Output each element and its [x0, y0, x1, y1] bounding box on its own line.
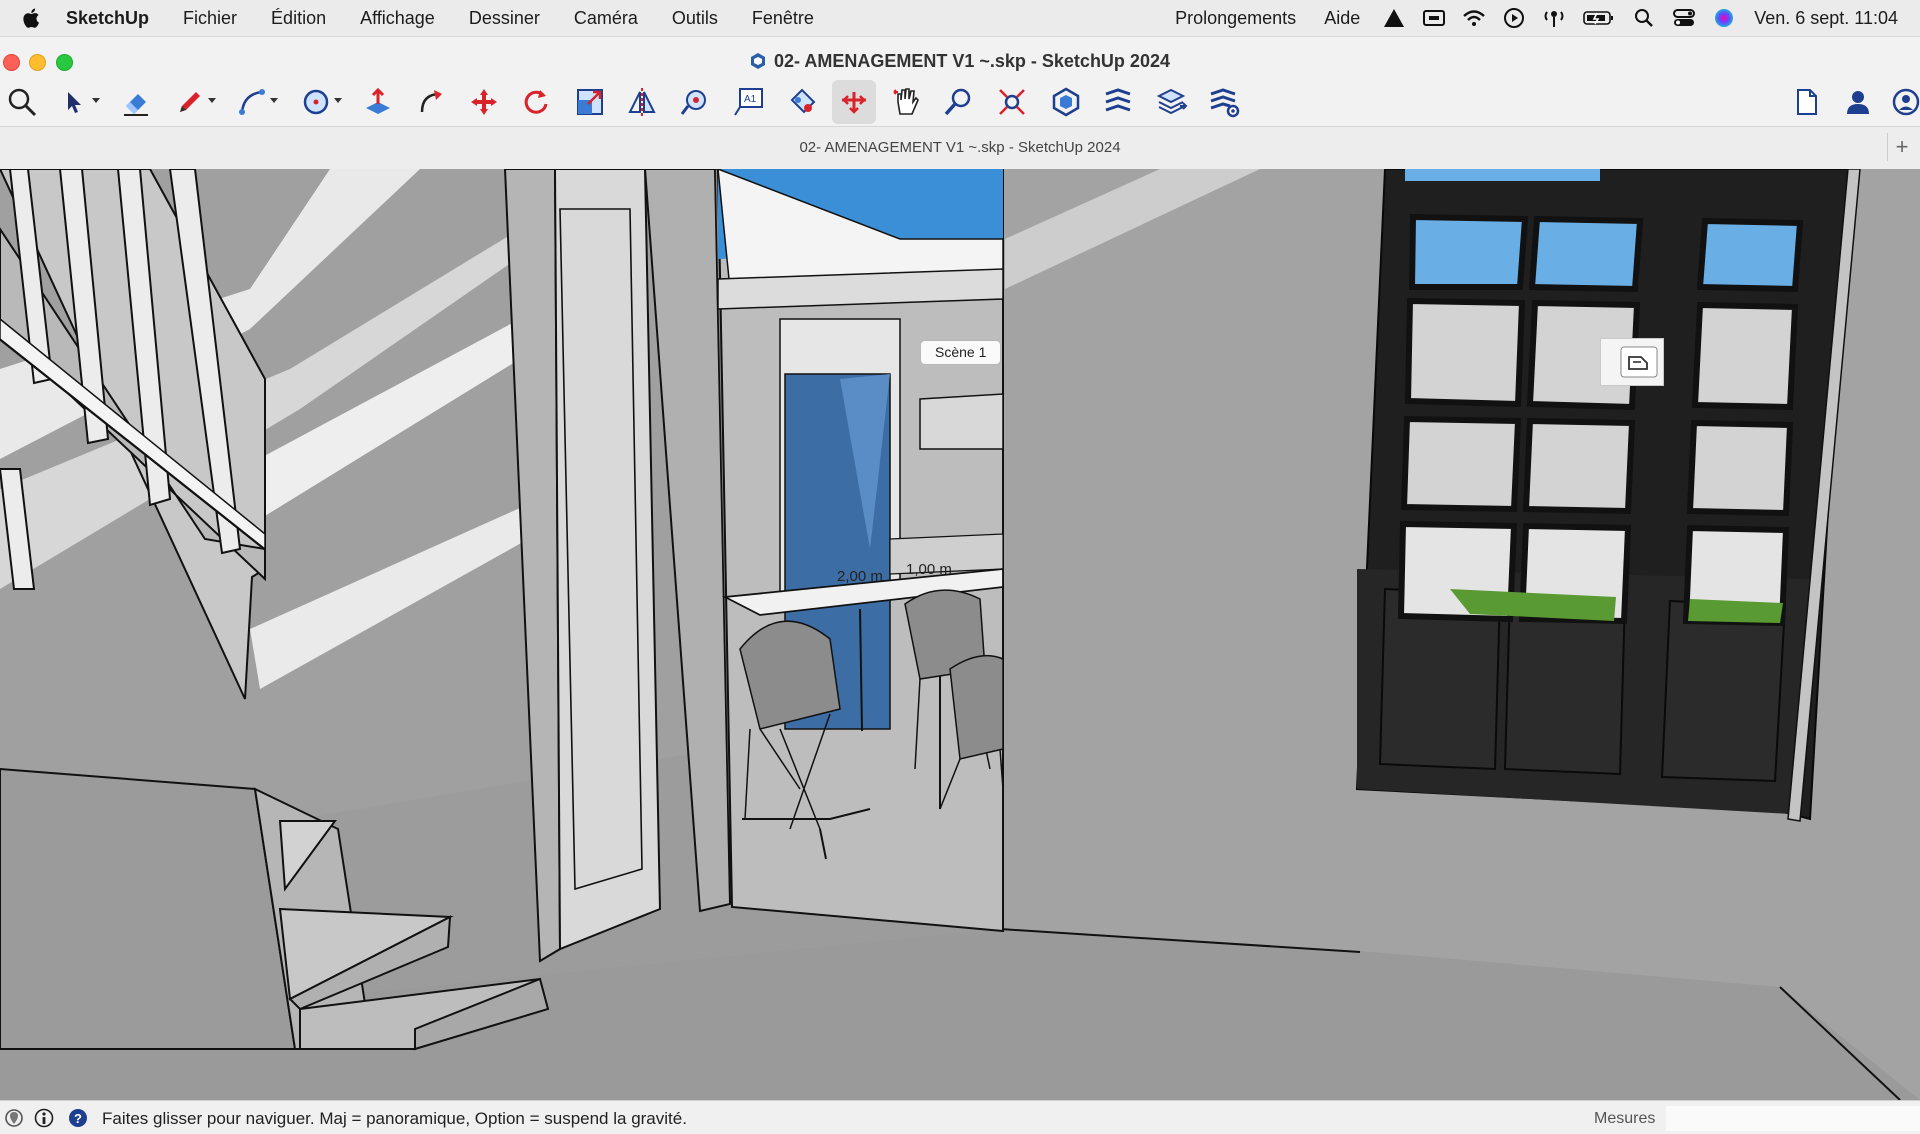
main-toolbar: A1 — [0, 78, 1920, 126]
follow-me-icon — [420, 90, 442, 113]
flip-icon — [628, 88, 656, 116]
document-icon — [1797, 89, 1817, 115]
menu-camera[interactable]: Caméra — [557, 8, 655, 29]
status-bar: ? Faites glisser pour naviguer. Maj = pa… — [0, 1100, 1920, 1134]
help-icon[interactable]: ? — [68, 1108, 88, 1128]
window-title-text: 02- AMENAGEMENT V1 ~.skp - SketchUp 2024 — [774, 51, 1170, 71]
wifi-icon[interactable] — [1462, 6, 1486, 30]
walk-tool-button[interactable] — [832, 80, 876, 124]
apple-menu-icon[interactable] — [14, 0, 50, 36]
rotate-icon — [524, 90, 548, 114]
new-document-button[interactable] — [1784, 80, 1828, 124]
sandbox-settings-button[interactable] — [1202, 80, 1246, 124]
window-title: 02- AMENAGEMENT V1 ~.skp - SketchUp 2024 — [0, 51, 1920, 75]
paint-bucket-icon — [790, 88, 816, 114]
eraser-tool-button[interactable] — [114, 80, 158, 124]
solid-tools-button[interactable] — [1044, 80, 1088, 124]
user-icon — [1847, 91, 1869, 114]
search-icon[interactable] — [1632, 6, 1656, 30]
flip-tool-button[interactable] — [620, 80, 664, 124]
play-icon[interactable] — [1502, 6, 1526, 30]
text-label-icon: A1 — [734, 88, 763, 116]
walk-icon — [842, 92, 866, 114]
menu-bar: SketchUp Fichier Édition Affichage Dessi… — [0, 0, 1920, 36]
tape-measure-tool-button[interactable] — [672, 80, 716, 124]
circle-icon — [303, 89, 329, 115]
screen-mirror-icon[interactable] — [1422, 6, 1446, 30]
zoom-magnifier-icon — [944, 88, 971, 116]
scene-tab[interactable]: Scène 1 — [920, 340, 1002, 365]
menubar-clock[interactable]: Ven. 6 sept. 11:04 — [1754, 8, 1898, 29]
measurements-input[interactable] — [1666, 1106, 1920, 1131]
zoom-extents-tool-button[interactable] — [990, 80, 1034, 124]
menu-app-name[interactable]: SketchUp — [50, 8, 166, 29]
circle-tool-button[interactable] — [294, 80, 342, 124]
svg-text:A1: A1 — [744, 94, 757, 105]
line-tool-button[interactable] — [168, 80, 216, 124]
scale-tool-button[interactable] — [568, 80, 612, 124]
paint-bucket-tool-button[interactable] — [780, 80, 824, 124]
push-pull-icon — [366, 87, 390, 114]
profile-button[interactable] — [1884, 80, 1920, 124]
zoom-tool-button[interactable] — [936, 80, 980, 124]
svg-text:?: ? — [74, 1111, 82, 1126]
solid-tools-icon — [1052, 87, 1080, 117]
menu-affichage[interactable]: Affichage — [343, 8, 452, 29]
menu-fenetre[interactable]: Fenêtre — [735, 8, 831, 29]
layers-tool-button[interactable] — [1150, 80, 1194, 124]
menu-prolongements[interactable]: Prolongements — [1161, 8, 1310, 29]
menu-dessiner[interactable]: Dessiner — [452, 8, 557, 29]
sketchup-file-icon — [750, 52, 766, 75]
panel-toggle-button[interactable] — [1600, 338, 1664, 386]
warning-icon[interactable] — [1382, 6, 1406, 30]
new-tab-button[interactable]: + — [1887, 133, 1916, 161]
menu-fichier[interactable]: Fichier — [166, 8, 254, 29]
dimension-label: 1,00 m — [906, 561, 952, 578]
pencil-icon — [180, 92, 200, 112]
arrow-cursor-icon — [68, 92, 81, 113]
menu-edition[interactable]: Édition — [254, 8, 343, 29]
search-tool-button[interactable] — [0, 80, 44, 124]
zoom-extents-icon — [999, 89, 1025, 115]
rotate-tool-button[interactable] — [514, 80, 558, 124]
status-hint-text: Faites glisser pour naviguer. Maj = pano… — [102, 1109, 687, 1128]
eraser-icon — [124, 94, 148, 116]
sandbox-tool-button[interactable] — [1096, 80, 1140, 124]
account-button[interactable] — [1836, 80, 1880, 124]
menu-aide[interactable]: Aide — [1310, 8, 1374, 29]
document-tab-bar: 02- AMENAGEMENT V1 ~.skp - SketchUp 2024… — [0, 126, 1920, 170]
battery-icon[interactable] — [1582, 6, 1616, 30]
arc-icon — [239, 89, 265, 115]
arc-tool-button[interactable] — [230, 80, 278, 124]
geo-location-icon[interactable] — [4, 1108, 24, 1128]
model-viewport[interactable]: 2,00 m 1,00 m Scène 1 — [0, 169, 1920, 1100]
document-tab[interactable]: 02- AMENAGEMENT V1 ~.skp - SketchUp 2024 — [0, 139, 1920, 156]
magnifier-icon — [8, 88, 37, 117]
profile-circle-icon — [1892, 88, 1920, 116]
scene-render[interactable]: 2,00 m 1,00 m — [0, 169, 1920, 1100]
tape-measure-icon — [680, 90, 706, 115]
control-center-icon[interactable] — [1672, 6, 1696, 30]
select-tool-button[interactable] — [52, 80, 100, 124]
siri-icon[interactable] — [1712, 6, 1736, 30]
look-around-tool-button[interactable] — [884, 80, 928, 124]
move-tool-button[interactable] — [462, 80, 506, 124]
menu-outils[interactable]: Outils — [655, 8, 735, 29]
credits-icon[interactable] — [34, 1108, 54, 1128]
sandbox-icon — [1105, 88, 1131, 112]
measurements-label: Mesures — [1594, 1110, 1656, 1127]
dimension-label: 2,00 m — [837, 568, 883, 585]
text-tool-button[interactable]: A1 — [726, 80, 770, 124]
hand-icon — [893, 88, 919, 115]
scale-icon — [577, 89, 603, 115]
layers-icon — [1156, 88, 1188, 115]
settings-gear-icon — [1210, 88, 1240, 118]
follow-me-tool-button[interactable] — [410, 80, 454, 124]
move-arrows-icon — [471, 89, 497, 115]
network-icon[interactable] — [1542, 6, 1566, 30]
push-pull-tool-button[interactable] — [356, 80, 400, 124]
tray-icon — [1620, 346, 1658, 378]
